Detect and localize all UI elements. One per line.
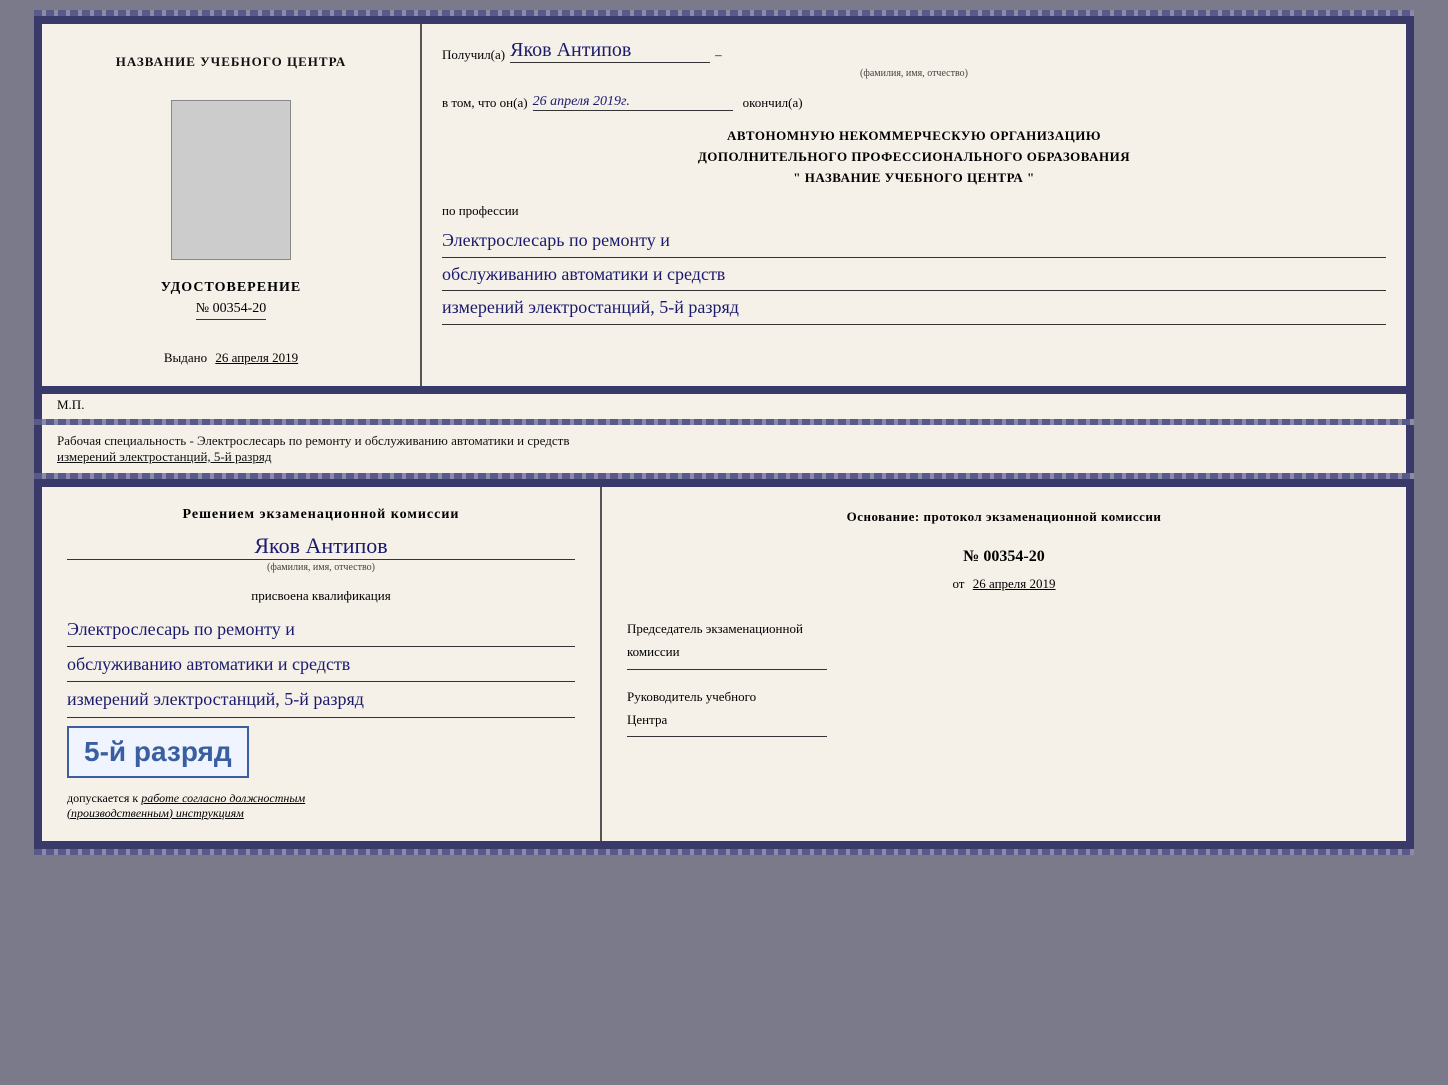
instr-text: (производственным) инструкциям: [67, 806, 244, 820]
predsedatel-signature-line: [627, 669, 827, 670]
rukovoditel-signature-line: [627, 736, 827, 737]
training-center-top-label: НАЗВАНИЕ УЧЕБНОГО ЦЕНТРА: [116, 54, 347, 70]
top-left-panel: НАЗВАНИЕ УЧЕБНОГО ЦЕНТРА УДОСТОВЕРЕНИЕ №…: [42, 24, 422, 386]
top-document: НАЗВАНИЕ УЧЕБНОГО ЦЕНТРА УДОСТОВЕРЕНИЕ №…: [34, 16, 1414, 394]
udostoverenie-number: № 00354-20: [196, 301, 267, 320]
po-professii-label: по профессии: [442, 203, 1386, 219]
dopuskaetsya-label: допускается к: [67, 791, 138, 805]
bottom-right-panel: Основание: протокол экзаменационной коми…: [602, 487, 1406, 841]
prof-line1: Электрослесарь по ремонту и: [442, 224, 1386, 257]
udostoverenie-title: УДОСТОВЕРЕНИЕ: [161, 280, 301, 296]
fio-label-bottom: (фамилия, имя, отчество): [67, 562, 575, 573]
org-block: АВТОНОМНУЮ НЕКОММЕРЧЕСКУЮ ОРГАНИЗАЦИЮ ДО…: [442, 126, 1386, 188]
rukovoditel-block: Руководитель учебного Центра: [627, 685, 1381, 738]
middle-line2: измерений электростанций, 5-й разряд: [57, 449, 1391, 465]
prisvoena-label: присвоена квалификация: [67, 588, 575, 604]
org-line1: АВТОНОМНУЮ НЕКОММЕРЧЕСКУЮ ОРГАНИЗАЦИЮ: [442, 126, 1386, 147]
qual-line1: Электрослесарь по ремонту и: [67, 612, 575, 647]
protocol-number: № 00354-20: [627, 548, 1381, 566]
vtom-date: 26 апреля 2019г.: [533, 94, 733, 111]
osnovanie-title: Основание: протокол экзаменационной коми…: [627, 507, 1381, 528]
ot-line: от 26 апреля 2019: [627, 576, 1381, 592]
qual-line3: измерений электростанций, 5-й разряд: [67, 682, 575, 717]
certificate-placeholder: [171, 100, 291, 260]
org-line2: ДОПОЛНИТЕЛЬНОГО ПРОФЕССИОНАЛЬНОГО ОБРАЗО…: [442, 147, 1386, 168]
org-line3: " НАЗВАНИЕ УЧЕБНОГО ЦЕНТРА ": [442, 168, 1386, 189]
tsentra-label: Центра: [627, 708, 1381, 731]
middle-text-section: Рабочая специальность - Электрослесарь п…: [34, 425, 1414, 473]
recipient-line: Получил(а) Яков Антипов –: [442, 39, 1386, 63]
recipient-name: Яков Антипов: [510, 39, 710, 63]
middle-line1: Рабочая специальность - Электрослесарь п…: [57, 433, 1391, 449]
dopuskaetsya-line: допускается к работе согласно должностны…: [67, 791, 575, 806]
ot-label: от: [952, 576, 964, 591]
poluchil-label: Получил(а): [442, 47, 505, 63]
razryad-box: 5-й разряд: [67, 726, 249, 778]
komissii-label: комиссии: [627, 640, 1381, 663]
vydano-label: Выдано: [164, 350, 207, 365]
bottom-document: Решением экзаменационной комиссии Яков А…: [34, 479, 1414, 849]
okonchil-label: окончил(а): [743, 95, 803, 111]
fio-label-top: (фамилия, имя, отчество): [442, 68, 1386, 79]
ot-date: 26 апреля 2019: [973, 576, 1056, 591]
prof-line3: измерений электростанций, 5-й разряд: [442, 291, 1386, 324]
vtom-line: в том, что он(а) 26 апреля 2019г. окончи…: [442, 94, 1386, 111]
top-right-panel: Получил(а) Яков Антипов – (фамилия, имя,…: [422, 24, 1406, 386]
predsedatel-label: Председатель экзаменационной: [627, 617, 1381, 640]
resheniem-title: Решением экзаменационной комиссии: [67, 507, 575, 523]
vydano-line: Выдано 26 апреля 2019: [164, 350, 298, 366]
rukovoditel-label: Руководитель учебного: [627, 685, 1381, 708]
bottom-fio: Яков Антипов: [67, 533, 575, 560]
dash: –: [715, 47, 722, 63]
vtom-label: в том, что он(а): [442, 95, 528, 111]
work-text: работе согласно должностным: [141, 791, 305, 805]
prof-line2: обслуживанию автоматики и средств: [442, 258, 1386, 291]
predsedatel-block: Председатель экзаменационной комиссии: [627, 617, 1381, 670]
razryad-text: 5-й разряд: [84, 736, 232, 767]
qual-line2: обслуживанию автоматики и средств: [67, 647, 575, 682]
vydano-date: 26 апреля 2019: [215, 350, 298, 365]
bottom-left-panel: Решением экзаменационной комиссии Яков А…: [42, 487, 602, 841]
mp-label: М.П.: [57, 397, 84, 412]
